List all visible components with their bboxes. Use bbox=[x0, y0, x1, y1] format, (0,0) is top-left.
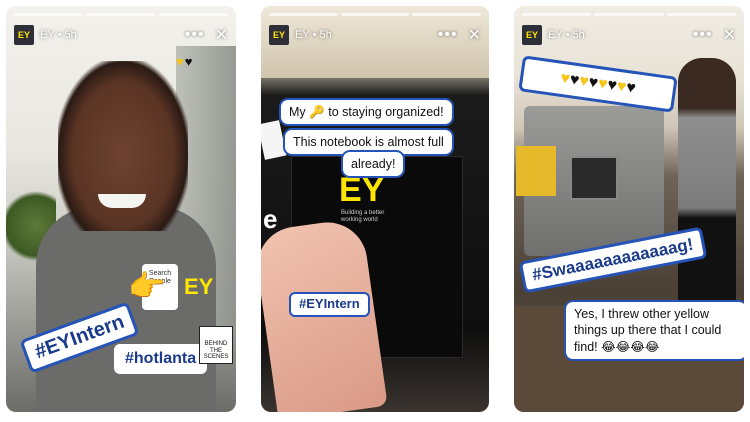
story-header: EY EY • 5h ••• ✕ bbox=[269, 24, 481, 46]
notebook-ey-logo: EY bbox=[339, 171, 385, 209]
clapperboard-icon: BEHIND THE SCENES bbox=[199, 326, 233, 364]
ey-logo-icon[interactable]: EY bbox=[269, 25, 289, 45]
post-time: 5h bbox=[64, 29, 77, 41]
behind-scenes-label: BEHIND THE SCENES bbox=[203, 341, 229, 361]
more-options-icon[interactable]: ••• bbox=[438, 26, 458, 44]
person-standing bbox=[678, 58, 736, 308]
notebook-edge-letter: e bbox=[263, 204, 278, 234]
story-header: EY EY • 5h ••• ✕ bbox=[14, 24, 228, 46]
ey-logo-icon[interactable]: EY bbox=[522, 25, 542, 45]
more-options-icon[interactable]: ••• bbox=[693, 26, 713, 44]
more-options-icon[interactable]: ••• bbox=[185, 26, 205, 44]
story-progress-bar bbox=[269, 13, 482, 16]
close-icon[interactable]: ✕ bbox=[723, 25, 736, 45]
ey-logo-icon[interactable]: EY bbox=[14, 25, 34, 45]
smile bbox=[98, 194, 146, 208]
yellow-heart-icon: ♥ bbox=[176, 54, 185, 69]
caption-text: Yes, I threw other yellow things up ther… bbox=[566, 302, 744, 359]
caption-text-my: My bbox=[289, 105, 306, 119]
separator-dot: • bbox=[57, 29, 62, 41]
story-card-3[interactable]: EY EY • 5h ••• ✕ ♥ ♥ ♥ ♥ ♥ ♥ ♥ ♥ #Swaaaaaaaaaaa… bbox=[514, 6, 744, 412]
hashtag-sticker-hotlanta[interactable]: #hotlanta bbox=[114, 344, 208, 375]
caption-line-3: already! bbox=[343, 152, 404, 177]
notebook-tagline: Building a better working world bbox=[341, 210, 385, 223]
yellow-box bbox=[516, 146, 556, 196]
separator-dot: • bbox=[565, 29, 570, 41]
post-time: 5h bbox=[572, 29, 585, 41]
close-icon[interactable]: ✕ bbox=[215, 25, 228, 45]
hearts-sticker: ♥♥ bbox=[176, 54, 193, 69]
key-emoji-icon: 🔑 bbox=[309, 105, 325, 119]
pointing-hand-icon: 👉 bbox=[128, 270, 166, 303]
separator-dot: • bbox=[312, 29, 317, 41]
black-heart-icon: ♥ bbox=[625, 79, 637, 98]
story-card-2[interactable]: EY Building a better working world e EY … bbox=[261, 6, 489, 412]
post-time: 5h bbox=[319, 29, 332, 41]
close-icon[interactable]: ✕ bbox=[468, 25, 481, 45]
black-heart-icon: ♥ bbox=[184, 54, 194, 69]
hearts-sticker: ♥ ♥ ♥ ♥ ♥ ♥ ♥ ♥ bbox=[518, 55, 678, 113]
hashtag-sticker-eyintern[interactable]: #EYIntern bbox=[289, 292, 370, 317]
story-card-1[interactable]: EY EY • 5h ••• ✕ ♥♥ Search People 👉 EY #… bbox=[6, 6, 236, 412]
account-name[interactable]: EY bbox=[295, 29, 310, 41]
account-name[interactable]: EY bbox=[548, 29, 563, 41]
story-progress-bar bbox=[14, 13, 228, 16]
caption-text-organized: to staying organized! bbox=[328, 105, 444, 119]
story-header: EY EY • 5h ••• ✕ bbox=[522, 24, 736, 46]
shirt-ey-logo: EY bbox=[184, 274, 214, 299]
laptop bbox=[570, 156, 618, 200]
caption-line-2: This notebook is almost full bbox=[285, 130, 452, 155]
story-progress-bar bbox=[522, 13, 736, 16]
caption-line-1: My 🔑 to staying organized! bbox=[281, 100, 452, 125]
account-name[interactable]: EY bbox=[40, 29, 55, 41]
paper-note bbox=[261, 120, 287, 160]
